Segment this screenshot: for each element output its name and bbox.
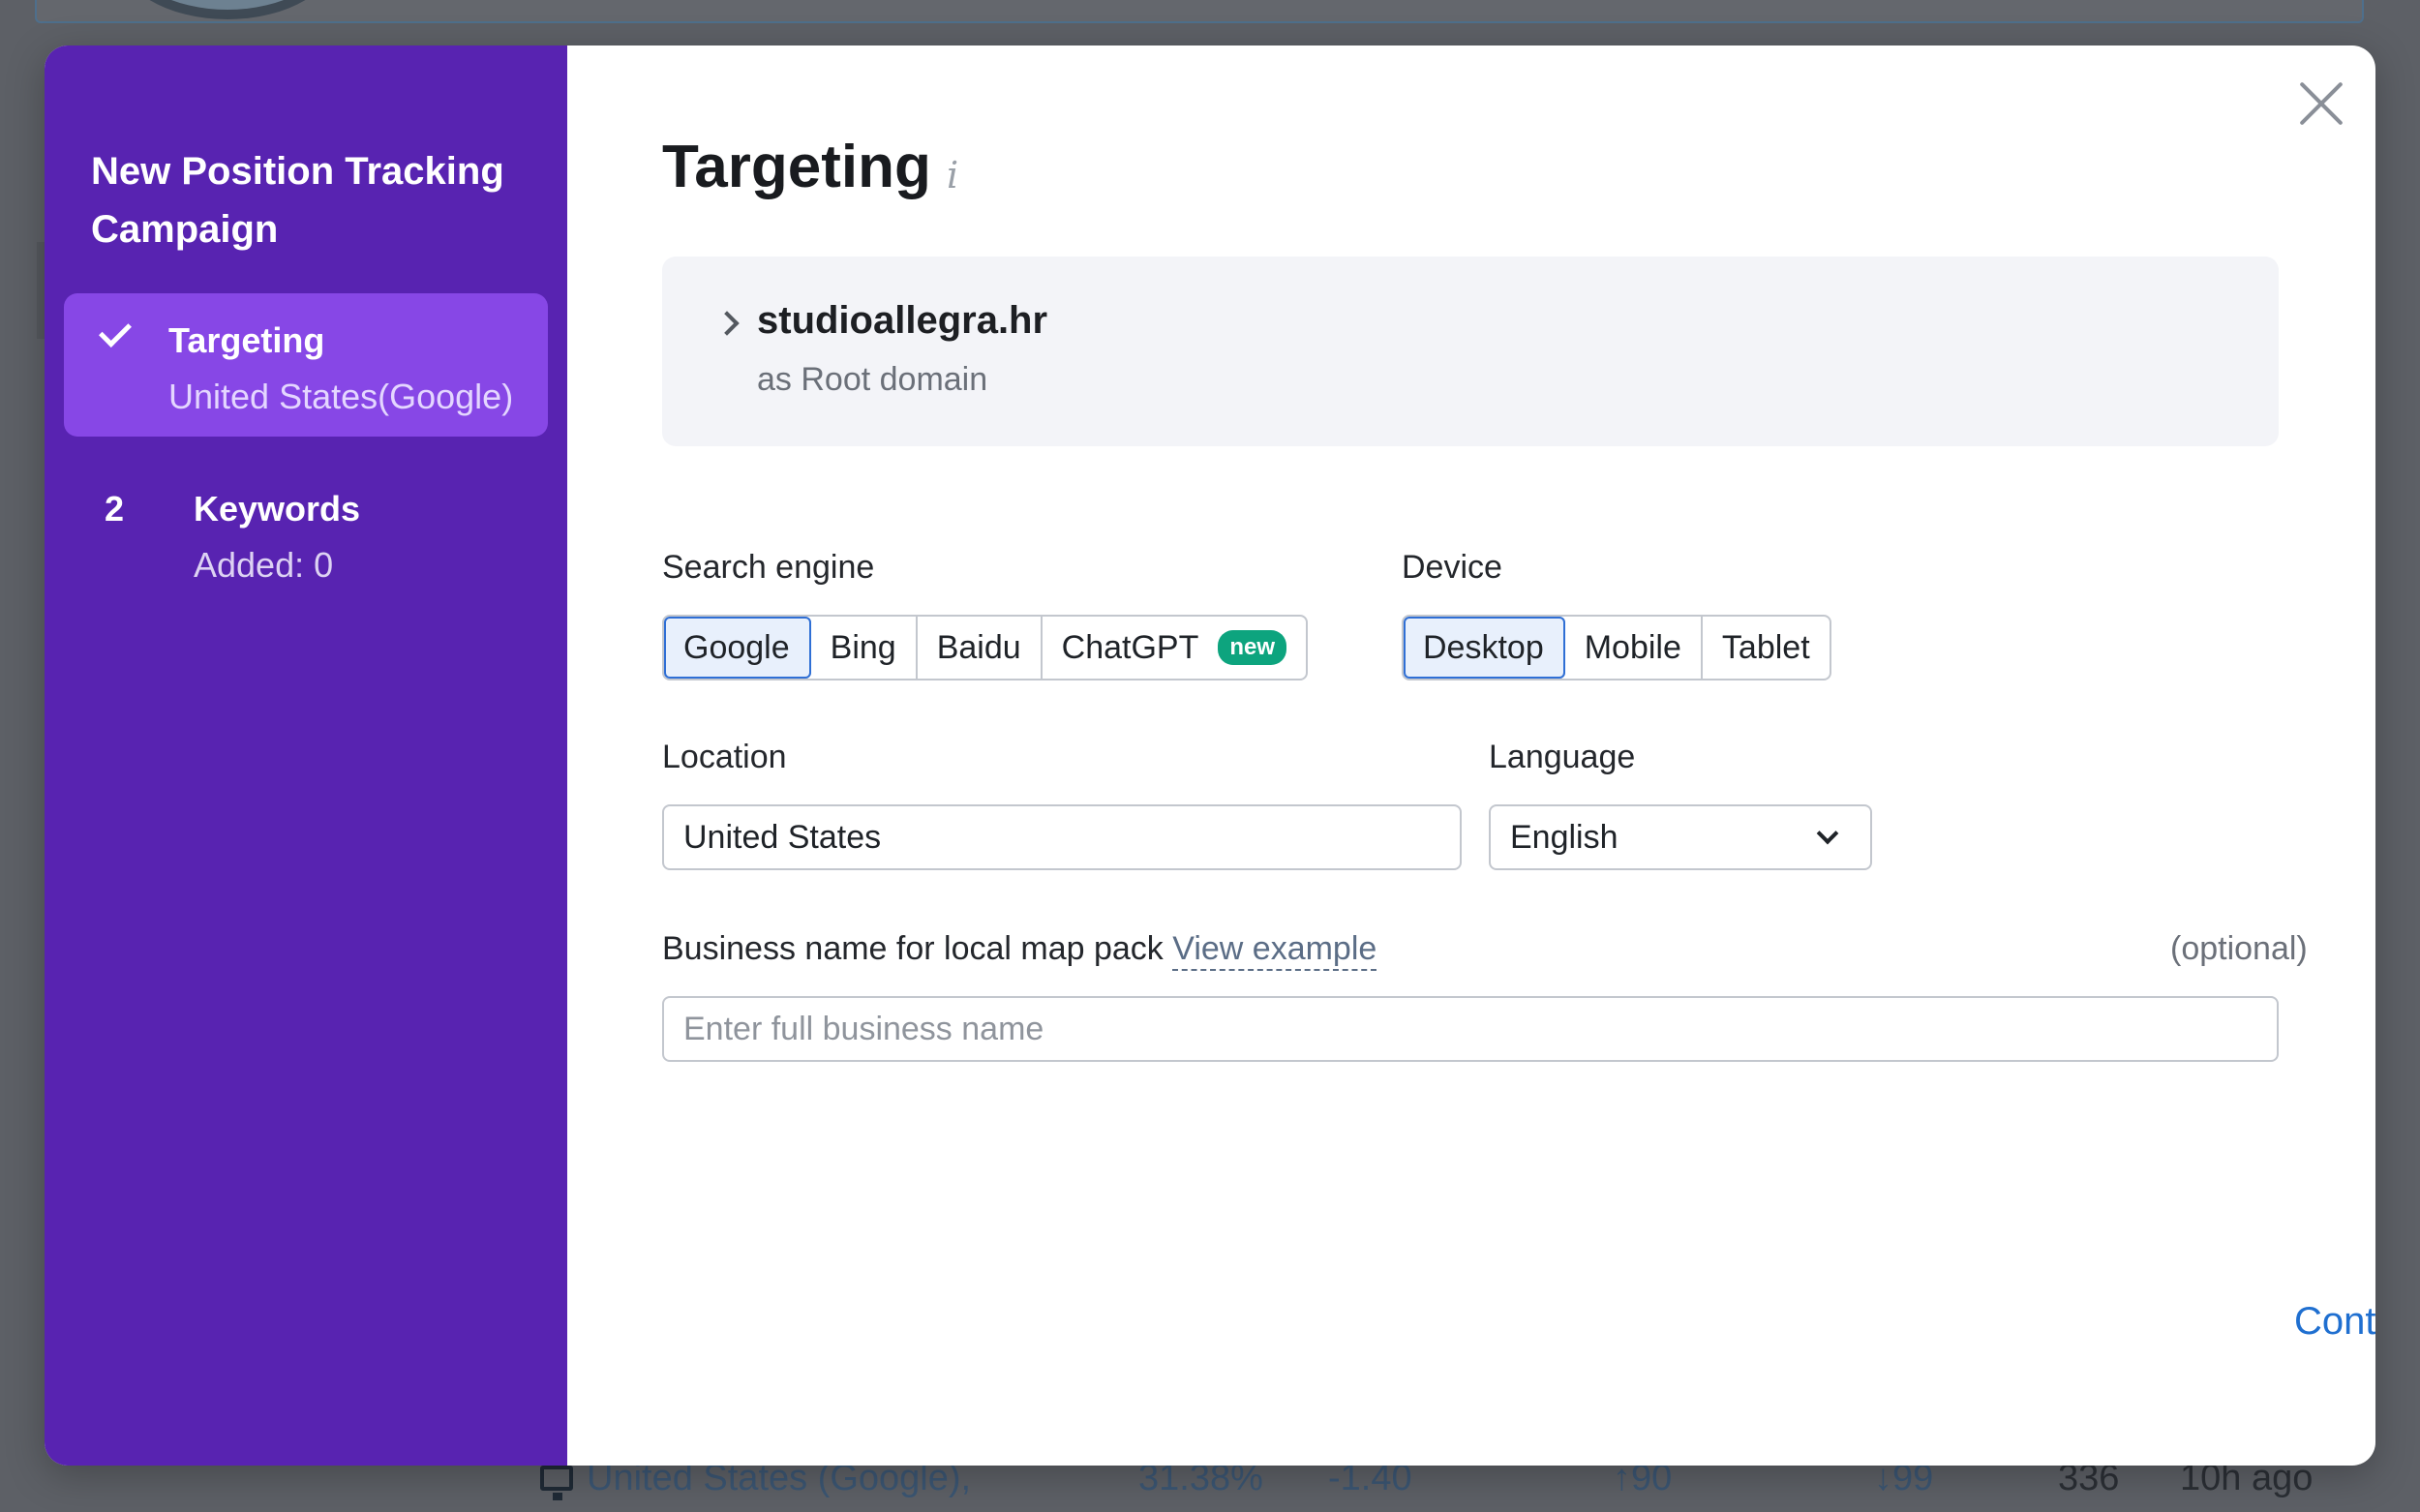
step-targeting[interactable]: Targeting United States(Google) bbox=[64, 293, 548, 437]
option-label: Bing bbox=[830, 628, 896, 666]
option-chatgpt[interactable]: ChatGPT new bbox=[1043, 617, 1306, 679]
step-subtitle: United States(Google) bbox=[168, 377, 514, 416]
new-badge: new bbox=[1218, 630, 1287, 665]
domain-name: studioallegra.hr bbox=[757, 299, 1048, 342]
domain-scope: as Root domain bbox=[757, 361, 988, 398]
step-number: 2 bbox=[104, 489, 125, 529]
continue-button[interactable]: Continue To Keywords bbox=[2294, 1300, 2375, 1344]
step-title: Keywords bbox=[194, 489, 361, 529]
chevron-right-icon[interactable] bbox=[714, 311, 740, 336]
search-engine-selector: Google Bing Baidu ChatGPT new bbox=[662, 615, 1309, 680]
background-card bbox=[35, 0, 2364, 23]
option-label: Desktop bbox=[1423, 628, 1544, 666]
device-selector: Desktop Mobile Tablet bbox=[1402, 615, 1831, 680]
wizard-sidebar: New Position Tracking Campaign Targeting… bbox=[45, 45, 567, 1466]
option-baidu[interactable]: Baidu bbox=[918, 617, 1043, 679]
location-value: United States bbox=[683, 818, 882, 856]
domain-card: studioallegra.hr as Root domain bbox=[662, 257, 2279, 446]
optional-label: (optional) bbox=[2170, 930, 2308, 967]
business-name-input[interactable] bbox=[662, 996, 2279, 1062]
option-label: Google bbox=[683, 628, 790, 666]
language-select[interactable]: English bbox=[1489, 804, 1872, 870]
info-icon[interactable]: i bbox=[947, 154, 958, 197]
chevron-down-icon bbox=[1816, 822, 1839, 845]
option-google[interactable]: Google bbox=[664, 617, 811, 679]
business-label-text: Business name for local map pack bbox=[662, 930, 1164, 967]
page-title: Targeting bbox=[662, 134, 931, 200]
sidebar-title: New Position Tracking Campaign bbox=[91, 150, 504, 251]
option-tablet[interactable]: Tablet bbox=[1703, 617, 1830, 679]
step-subtitle: Added: 0 bbox=[194, 545, 334, 585]
location-label: Location bbox=[662, 739, 787, 775]
campaign-modal: New Position Tracking Campaign Targeting… bbox=[45, 45, 2375, 1466]
option-desktop[interactable]: Desktop bbox=[1404, 617, 1565, 679]
location-input[interactable]: United States bbox=[662, 804, 1462, 870]
targeting-form: Targeting i studioallegra.hr as Root dom… bbox=[567, 45, 2375, 1466]
business-label: Business name for local map pack View ex… bbox=[662, 930, 1377, 971]
close-icon[interactable] bbox=[2296, 78, 2346, 129]
option-label: Tablet bbox=[1721, 628, 1810, 666]
option-label: ChatGPT bbox=[1061, 628, 1199, 666]
device-label: Device bbox=[1402, 549, 1502, 586]
search-engine-label: Search engine bbox=[662, 549, 875, 586]
option-label: Mobile bbox=[1584, 628, 1681, 666]
option-bing[interactable]: Bing bbox=[811, 617, 918, 679]
option-label: Baidu bbox=[936, 628, 1021, 666]
check-icon bbox=[99, 315, 132, 348]
language-value: English bbox=[1510, 818, 1618, 856]
continue-label: Continue To Keywords bbox=[2294, 1300, 2375, 1343]
step-keywords[interactable]: 2 Keywords Added: 0 bbox=[64, 438, 548, 585]
view-example-link[interactable]: View example bbox=[1172, 930, 1377, 971]
desktop-icon bbox=[540, 1466, 573, 1500]
language-label: Language bbox=[1489, 739, 1636, 775]
step-title: Targeting bbox=[168, 320, 325, 360]
option-mobile[interactable]: Mobile bbox=[1565, 617, 1703, 679]
